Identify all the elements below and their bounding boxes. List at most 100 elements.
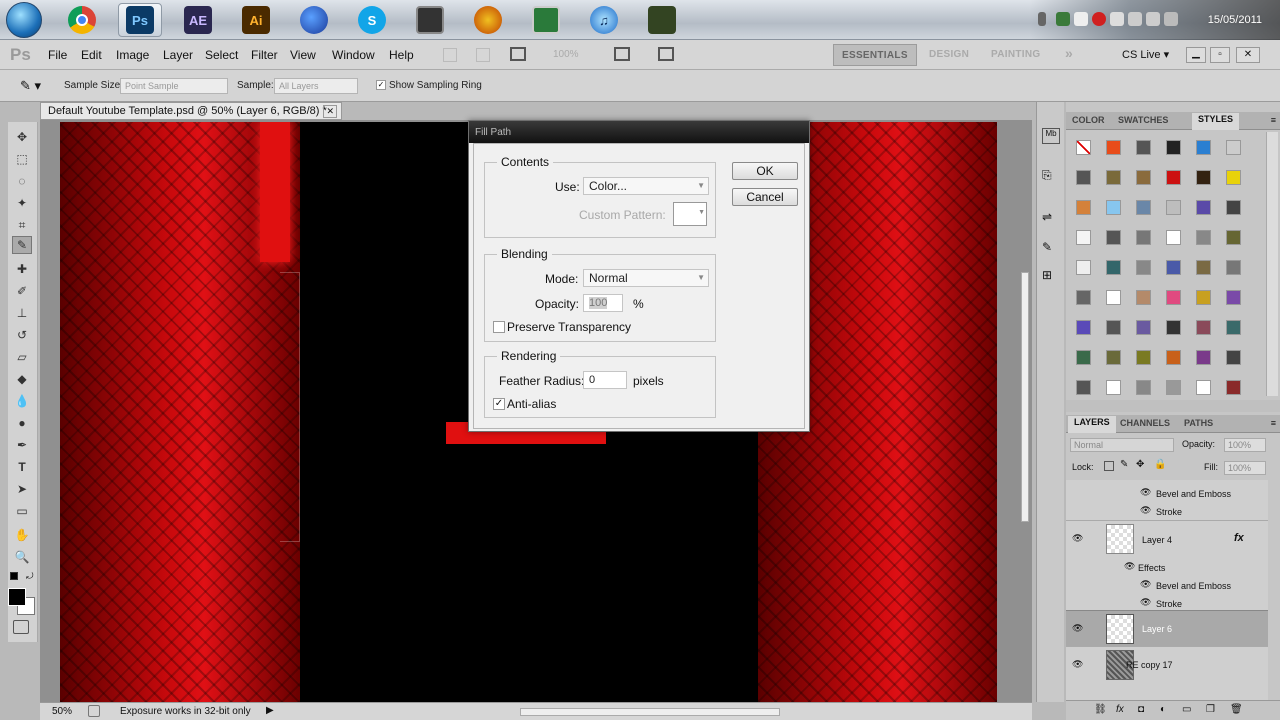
workspace-design[interactable]: DESIGN — [929, 44, 969, 66]
bridge-icon[interactable] — [443, 48, 457, 62]
tool-presets-panel-icon[interactable]: ⇌ — [1042, 210, 1060, 226]
arrange-documents-icon[interactable] — [614, 47, 630, 61]
style-swatch[interactable] — [1076, 290, 1091, 305]
layer-row-layer-4[interactable]: 👁 Layer 4 fx — [1066, 520, 1268, 558]
style-swatch[interactable] — [1166, 380, 1181, 395]
vertical-scrollbar[interactable] — [1021, 272, 1029, 522]
layer-opacity-input[interactable]: 100% — [1224, 438, 1266, 452]
screen-mode-icon[interactable] — [658, 47, 674, 61]
style-swatch[interactable] — [1136, 140, 1151, 155]
tab-channels[interactable]: CHANNELS — [1120, 418, 1170, 428]
style-swatch[interactable] — [1076, 170, 1091, 185]
menu-edit[interactable]: Edit — [81, 48, 102, 62]
layer-effects-header[interactable]: 👁 Effects — [1092, 558, 1268, 576]
lasso-tool-icon[interactable]: ◌ — [12, 172, 32, 190]
style-swatch[interactable] — [1136, 350, 1151, 365]
style-swatch[interactable] — [1076, 380, 1091, 395]
menu-file[interactable]: File — [48, 48, 67, 62]
menu-window[interactable]: Window — [332, 48, 375, 62]
style-swatch[interactable] — [1196, 140, 1211, 155]
delete-layer-icon[interactable]: 🗑 — [1230, 704, 1243, 715]
eyedropper-tool-icon[interactable]: ✎ — [12, 236, 32, 254]
tray-app-icon[interactable] — [1056, 12, 1070, 26]
media-app-taskbar-button[interactable] — [408, 3, 452, 37]
workspace-essentials[interactable]: ESSENTIALS — [833, 44, 917, 66]
style-swatch[interactable] — [1166, 140, 1181, 155]
lock-all-icon[interactable]: 🔒 — [1154, 459, 1166, 470]
layer-blend-mode-select[interactable]: Normal — [1070, 438, 1174, 452]
tray-app-icon[interactable] — [1092, 12, 1106, 26]
clone-stamp-tool-icon[interactable]: ⊥ — [12, 304, 32, 322]
quick-mask-icon[interactable] — [13, 620, 29, 634]
panel-menu-icon[interactable]: ≡ — [1271, 418, 1276, 428]
workspace-more[interactable]: » — [1065, 42, 1073, 64]
ok-button[interactable]: OK — [732, 162, 798, 180]
headphones-taskbar-button[interactable] — [466, 3, 510, 37]
show-sampling-ring-checkbox[interactable]: ✓ — [376, 80, 386, 90]
healing-brush-tool-icon[interactable]: ✚ — [12, 260, 32, 278]
zoom-tool-icon[interactable]: 🔍 — [12, 548, 32, 566]
custom-pattern-picker[interactable]: ▼ — [673, 202, 707, 226]
tab-layers[interactable]: LAYERS — [1068, 416, 1116, 433]
style-swatch[interactable] — [1166, 230, 1181, 245]
style-swatch[interactable] — [1106, 140, 1121, 155]
style-swatch[interactable] — [1196, 350, 1211, 365]
style-swatch[interactable] — [1226, 380, 1241, 395]
shape-tool-icon[interactable]: ▭ — [12, 502, 32, 520]
tab-color[interactable]: COLOR — [1072, 115, 1105, 125]
workspace-painting[interactable]: PAINTING — [991, 44, 1040, 66]
tab-styles[interactable]: STYLES — [1192, 113, 1240, 130]
menu-image[interactable]: Image — [116, 48, 149, 62]
new-layer-icon[interactable]: ❐ — [1206, 704, 1215, 715]
eye-icon[interactable]: 👁 — [1140, 487, 1151, 498]
dodge-tool-icon[interactable]: ● — [12, 414, 32, 432]
restore-button[interactable]: ▫ — [1210, 47, 1230, 63]
panel-menu-icon[interactable]: ≡ — [1271, 115, 1276, 125]
style-swatch[interactable] — [1106, 380, 1121, 395]
eye-icon[interactable]: 👁 — [1072, 533, 1083, 544]
brush-panel-icon[interactable]: ✎ — [1042, 240, 1060, 256]
style-swatch[interactable] — [1166, 200, 1181, 215]
lock-transparent-icon[interactable] — [1104, 461, 1114, 471]
windows-start-orb[interactable] — [6, 2, 42, 38]
tab-swatches[interactable]: SWATCHES — [1118, 115, 1168, 125]
firefox-taskbar-button[interactable] — [292, 3, 336, 37]
cs-live-button[interactable]: CS Live ▾ — [1122, 48, 1169, 61]
style-swatch[interactable] — [1166, 260, 1181, 275]
feather-radius-input[interactable]: 0 — [583, 371, 627, 389]
layer-style-icon[interactable]: fx — [1116, 704, 1124, 715]
style-swatch[interactable] — [1076, 350, 1091, 365]
style-swatch[interactable] — [1226, 170, 1241, 185]
chrome-taskbar-button[interactable] — [60, 3, 104, 37]
zoom-level-display[interactable]: 100% — [553, 49, 579, 60]
tray-arrow-icon[interactable] — [1038, 12, 1046, 26]
style-swatch[interactable] — [1226, 290, 1241, 305]
eye-icon[interactable]: 👁 — [1072, 623, 1083, 634]
layer-effect-row[interactable]: 👁 Bevel and Emboss — [1092, 576, 1268, 594]
style-swatch[interactable] — [1106, 170, 1121, 185]
style-swatch[interactable] — [1226, 200, 1241, 215]
menu-view[interactable]: View — [290, 48, 316, 62]
style-swatch[interactable] — [1226, 260, 1241, 275]
style-swatch[interactable] — [1226, 320, 1241, 335]
quick-select-tool-icon[interactable]: ✦ — [12, 194, 32, 212]
style-swatch[interactable] — [1196, 230, 1211, 245]
horizontal-scrollbar[interactable] — [520, 708, 780, 716]
style-swatch[interactable] — [1196, 170, 1211, 185]
style-swatch[interactable] — [1106, 200, 1121, 215]
opacity-input[interactable]: 100 — [583, 294, 623, 312]
path-selection-tool-icon[interactable]: ➤ — [12, 480, 32, 498]
layer-row-layer-6[interactable]: 👁 Layer 6 — [1066, 610, 1268, 646]
tray-app-icon[interactable] — [1110, 12, 1124, 26]
after-effects-taskbar-button[interactable]: AE — [176, 3, 220, 37]
style-swatch[interactable] — [1226, 350, 1241, 365]
eye-icon[interactable]: 👁 — [1072, 659, 1083, 670]
eye-icon[interactable]: 👁 — [1140, 597, 1151, 608]
taskbar-clock[interactable]: 15/05/2011 — [1208, 14, 1262, 26]
style-swatch[interactable] — [1136, 260, 1151, 275]
monitor-app-taskbar-button[interactable] — [524, 3, 568, 37]
style-swatch[interactable] — [1196, 290, 1211, 305]
style-swatch[interactable] — [1076, 260, 1091, 275]
marquee-tool-icon[interactable]: ⬚ — [12, 150, 32, 168]
blur-tool-icon[interactable]: 💧 — [12, 392, 32, 410]
